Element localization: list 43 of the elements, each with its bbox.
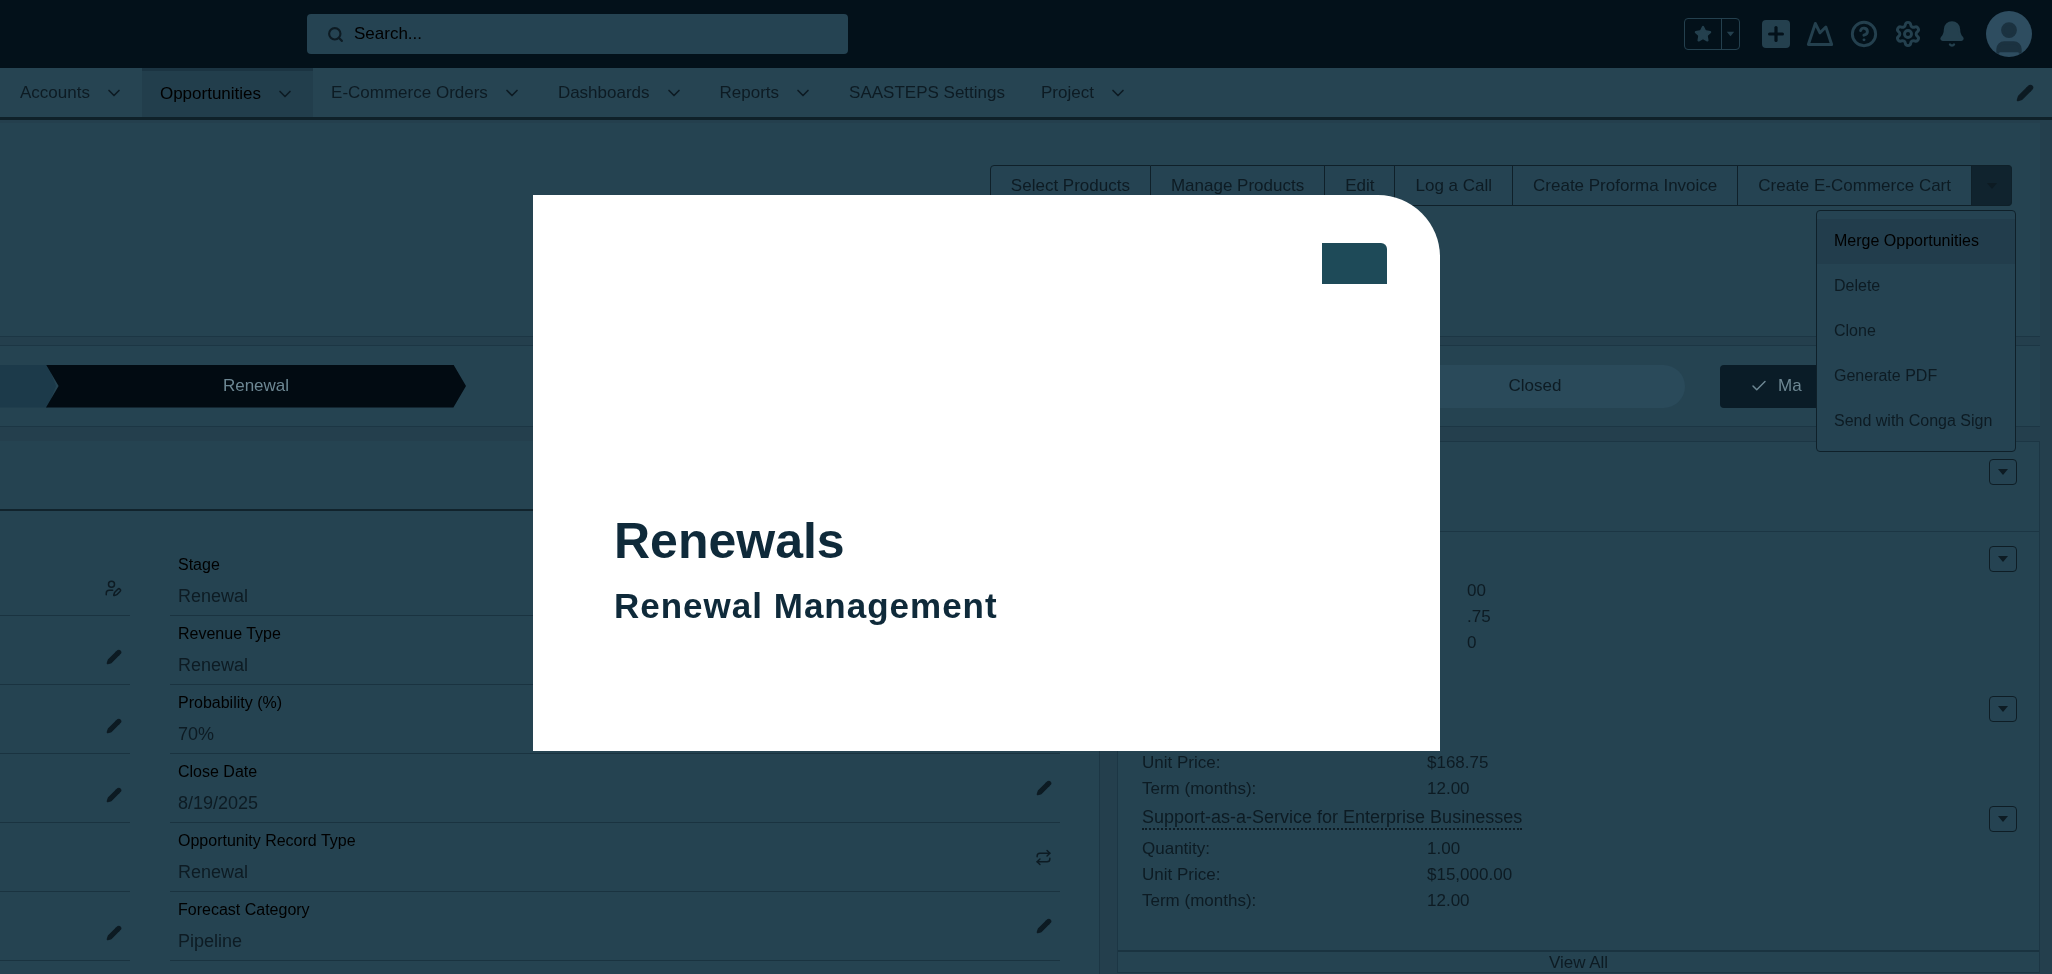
search-icon	[327, 26, 344, 43]
mountain-icon[interactable]	[1806, 20, 1834, 48]
header-block	[1322, 243, 1387, 284]
path-step[interactable]: Renewal	[46, 364, 466, 408]
dropdown-button[interactable]	[1989, 806, 2017, 832]
caret-icon	[1997, 555, 2009, 563]
search-field[interactable]: Search...	[307, 14, 848, 54]
field-label: Close Date	[178, 761, 258, 782]
help-icon[interactable]	[1850, 20, 1878, 48]
pencil-icon[interactable]	[106, 787, 122, 803]
modal-title: Renewals	[614, 516, 845, 566]
caret-icon	[1997, 705, 2009, 713]
notifications-icon[interactable]	[1938, 20, 1966, 48]
pencil-icon[interactable]	[106, 718, 122, 734]
nav-tab[interactable]: Opportunities	[141, 68, 314, 117]
dropdown-button[interactable]	[1989, 546, 2017, 572]
field-label: Revenue Type	[178, 623, 281, 644]
pencil-icon[interactable]	[1036, 918, 1052, 934]
path-step[interactable]	[0, 364, 56, 408]
more-actions-button[interactable]	[1972, 165, 2012, 206]
field-label: Forecast Category	[178, 899, 310, 920]
favorites-button[interactable]	[1684, 18, 1740, 50]
menu-item[interactable]: Merge Opportunities	[1817, 219, 2015, 264]
pencil-icon[interactable]	[1036, 780, 1052, 796]
plus-icon	[1765, 23, 1787, 45]
field-label: Opportunity Record Type	[178, 830, 356, 851]
settings-icon[interactable]	[1894, 20, 1922, 48]
dropdown-button[interactable]	[1989, 459, 2017, 485]
dropdown-button[interactable]	[1989, 696, 2017, 722]
caret-icon	[1726, 31, 1735, 37]
avatar[interactable]	[1986, 11, 2032, 57]
star-icon	[1694, 25, 1712, 43]
pencil-icon[interactable]	[2016, 83, 2034, 102]
caret-icon	[1997, 468, 2009, 476]
field-label: Stage	[178, 554, 220, 575]
pencil-icon[interactable]	[106, 925, 122, 941]
field-label: Probability (%)	[178, 692, 283, 713]
caret-icon	[1997, 815, 2009, 823]
swap-icon[interactable]	[1035, 848, 1052, 866]
user-pencil-icon[interactable]	[104, 579, 122, 597]
add-button[interactable]	[1762, 20, 1790, 48]
modal-subtitle: Renewal Management	[614, 588, 998, 623]
pencil-icon[interactable]	[106, 649, 122, 665]
